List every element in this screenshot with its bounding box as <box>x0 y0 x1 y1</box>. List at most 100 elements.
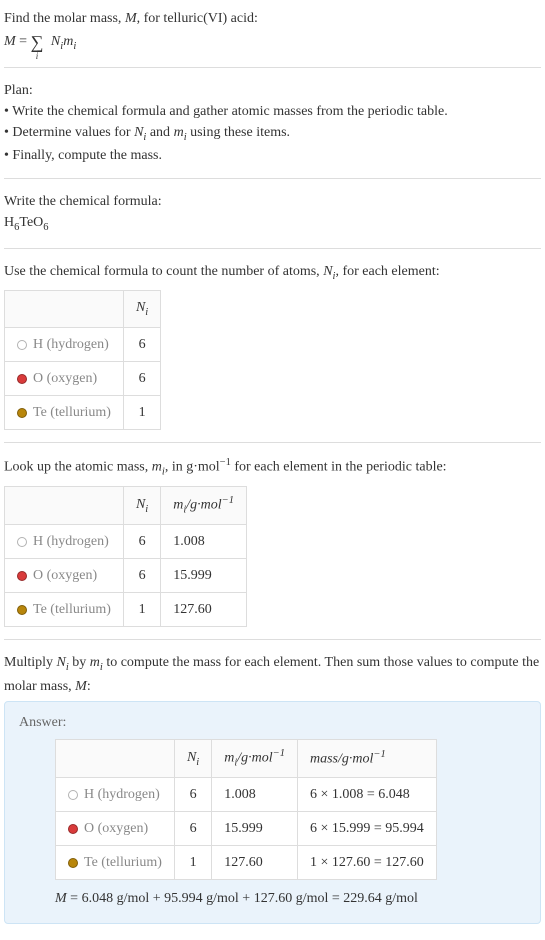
hydrogen-dot-icon <box>17 537 27 547</box>
table-header-N: Ni <box>123 486 160 524</box>
header-unit: /g·mol <box>186 498 221 513</box>
table-header-N: Ni <box>174 739 211 777</box>
element-label: H (hydrogen) <box>33 534 109 549</box>
header-N: N <box>136 300 145 315</box>
plan-m: m <box>174 125 184 140</box>
header-unit: /g·mol <box>237 750 272 765</box>
mass-cell: 15.999 <box>161 559 247 593</box>
lookup-intro-pre: Look up the atomic mass, <box>4 459 152 474</box>
compute-colon: : <box>87 679 91 694</box>
element-cell: O (oxygen) <box>56 811 175 845</box>
header-N: N <box>187 750 196 765</box>
lookup-intro-mid: , in g·mol <box>165 459 220 474</box>
sigma-index: i <box>36 52 39 61</box>
table-header-empty <box>56 739 175 777</box>
count-atoms-section: Use the chemical formula to count the nu… <box>4 261 541 430</box>
header-N-sub: i <box>196 756 199 767</box>
computed-mass-cell: 6 × 1.008 = 6.048 <box>297 777 436 811</box>
divider <box>4 248 541 249</box>
count-N: N <box>323 264 332 279</box>
count-intro-pre: Use the chemical formula to count the nu… <box>4 264 323 279</box>
plan-item-2-pre: • Determine values for <box>4 125 134 140</box>
table-row: H (hydrogen) 6 1.008 <box>5 525 247 559</box>
compute-mid: by <box>69 655 90 670</box>
oxygen-dot-icon <box>17 374 27 384</box>
table-row: O (oxygen) 6 15.999 6 × 15.999 = 95.994 <box>56 811 437 845</box>
count-cell: 1 <box>123 395 160 429</box>
question-line: Find the molar mass, M, for telluric(VI)… <box>4 8 541 29</box>
plan-item-2-mid: and <box>146 125 173 140</box>
element-label: Te (tellurium) <box>33 405 111 420</box>
table-header-N: Ni <box>123 291 160 328</box>
question-text-pre: Find the molar mass, <box>4 11 125 26</box>
mass-cell: 1.008 <box>161 525 247 559</box>
mass-cell: 1.008 <box>212 777 298 811</box>
chemical-formula-section: Write the chemical formula: H6TeO6 <box>4 191 541 236</box>
equation-molar-mass: M = ∑i Nimi <box>4 31 541 55</box>
count-cell: 1 <box>123 593 160 627</box>
hydrogen-dot-icon <box>17 340 27 350</box>
plan-title: Plan: <box>4 80 541 101</box>
count-cell: 6 <box>174 777 211 811</box>
oxygen-dot-icon <box>68 824 78 834</box>
element-cell: Te (tellurium) <box>56 845 175 879</box>
tellurium-dot-icon <box>17 408 27 418</box>
computed-mass-cell: 1 × 127.60 = 127.60 <box>297 845 436 879</box>
lookup-m: m <box>152 459 162 474</box>
divider <box>4 442 541 443</box>
question-section: Find the molar mass, M, for telluric(VI)… <box>4 8 541 55</box>
sigma: ∑ <box>31 32 44 52</box>
count-cell: 6 <box>123 327 160 361</box>
plan-item-3: • Finally, compute the mass. <box>4 145 541 166</box>
table-header-row: Ni <box>5 291 161 328</box>
formula-H: H <box>4 215 14 230</box>
lookup-mass-section: Look up the atomic mass, mi, in g·mol−1 … <box>4 455 541 627</box>
table-header-row: Ni mi/g·mol−1 mass/g·mol−1 <box>56 739 437 777</box>
final-equation: M = 6.048 g/mol + 95.994 g/mol + 127.60 … <box>55 888 526 909</box>
answer-content: Ni mi/g·mol−1 mass/g·mol−1 H (hydrogen) … <box>55 739 526 909</box>
table-row: O (oxygen) 6 <box>5 361 161 395</box>
element-label: Te (tellurium) <box>33 602 111 617</box>
element-cell: H (hydrogen) <box>56 777 175 811</box>
variable-M: M <box>125 11 137 26</box>
chemical-formula-title: Write the chemical formula: <box>4 191 541 212</box>
element-label: O (oxygen) <box>33 371 97 386</box>
oxygen-dot-icon <box>17 571 27 581</box>
table-row: Te (tellurium) 1 127.60 <box>5 593 247 627</box>
table-row: H (hydrogen) 6 1.008 6 × 1.008 = 6.048 <box>56 777 437 811</box>
header-unit-exp: −1 <box>273 748 285 759</box>
table-header-m: mi/g·mol−1 <box>161 486 247 524</box>
table-header-row: Ni mi/g·mol−1 <box>5 486 247 524</box>
lookup-exp: −1 <box>220 457 231 468</box>
plan-item-2-post: using these items. <box>187 125 290 140</box>
answer-box: Answer: Ni mi/g·mol−1 mass/g·mol−1 H (hy… <box>4 701 541 924</box>
element-cell: O (oxygen) <box>5 559 124 593</box>
equation-equals: = <box>16 34 31 49</box>
table-header-empty <box>5 291 124 328</box>
question-text-post: , for telluric(VI) acid: <box>137 11 258 26</box>
chemical-formula-value: H6TeO6 <box>4 212 541 236</box>
term-m-sub: i <box>73 41 76 52</box>
element-cell: Te (tellurium) <box>5 593 124 627</box>
compute-m: m <box>90 655 100 670</box>
term-m: m <box>63 34 73 49</box>
hydrogen-dot-icon <box>68 790 78 800</box>
element-label: H (hydrogen) <box>84 787 160 802</box>
count-cell: 1 <box>174 845 211 879</box>
compute-N: N <box>57 655 66 670</box>
element-cell: H (hydrogen) <box>5 327 124 361</box>
answer-label: Answer: <box>19 712 526 733</box>
header-N: N <box>136 497 145 512</box>
mass-cell: 15.999 <box>212 811 298 845</box>
divider <box>4 639 541 640</box>
table-header-m: mi/g·mol−1 <box>212 739 298 777</box>
table-row: O (oxygen) 6 15.999 <box>5 559 247 593</box>
plan-item-2: • Determine values for Ni and mi using t… <box>4 122 541 146</box>
element-label: Te (tellurium) <box>84 855 162 870</box>
divider <box>4 67 541 68</box>
table-header-empty <box>5 486 124 524</box>
divider <box>4 178 541 179</box>
lookup-table: Ni mi/g·mol−1 H (hydrogen) 6 1.008 O (ox… <box>4 486 247 627</box>
summation-symbol: ∑i <box>31 33 44 51</box>
count-cell: 6 <box>174 811 211 845</box>
